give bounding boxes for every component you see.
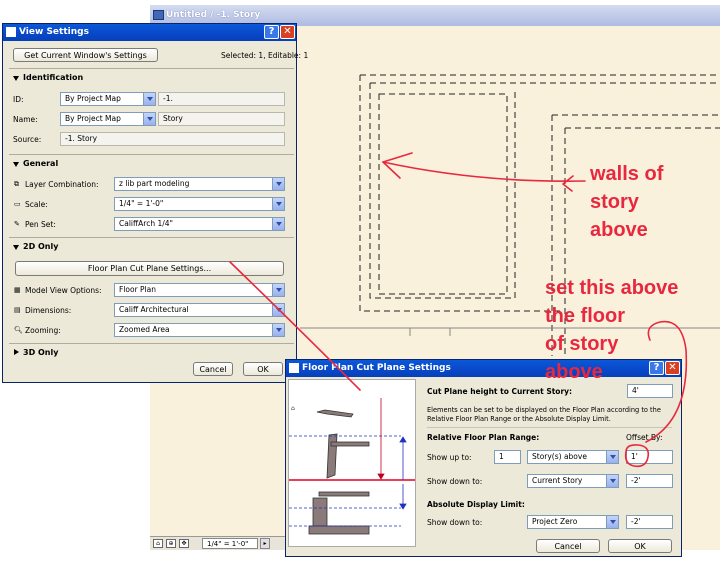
walls-annotation: walls of story above — [590, 160, 663, 244]
walls-arrow-line — [382, 161, 586, 182]
annotation-line: set this above — [545, 277, 679, 299]
walls-pointer-mark — [562, 175, 574, 192]
annotation-line: the floor — [545, 305, 625, 327]
offset-circle — [624, 444, 650, 468]
annotation-line: above — [545, 361, 603, 383]
set-above-annotation: set this above the floor of story above — [545, 274, 678, 386]
annotation-line: story — [590, 191, 639, 213]
annotation-line: walls of — [590, 163, 664, 185]
annotation-line: above — [590, 219, 648, 241]
annotation-line: of story — [545, 333, 619, 355]
cutplane-arrow-line — [229, 261, 361, 391]
